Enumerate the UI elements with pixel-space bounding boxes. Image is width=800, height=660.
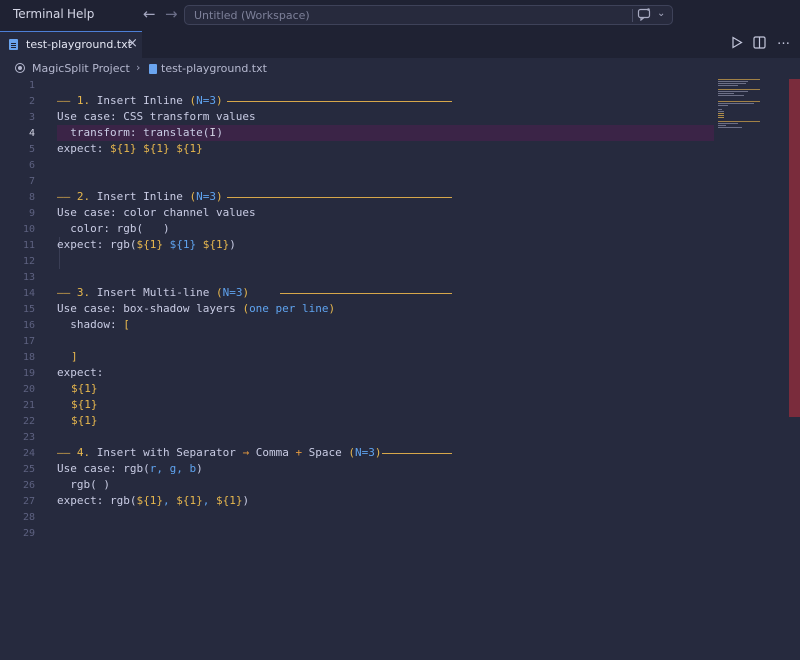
line-number: 16	[22, 320, 35, 331]
minimap-line	[718, 111, 724, 112]
line-number: 21	[22, 400, 35, 411]
forward-arrow-icon[interactable]: →	[165, 5, 178, 23]
code-line-15: Use case: box-shadow layers (one per lin…	[57, 302, 336, 315]
minimap-line	[718, 79, 760, 80]
menu-terminal[interactable]: Terminal	[13, 7, 64, 21]
minimap-line	[718, 125, 726, 126]
line-number: 22	[22, 416, 35, 427]
line-number: 2	[28, 96, 35, 107]
line-number: 10	[22, 224, 35, 235]
section-rule	[227, 101, 452, 102]
line-number: 6	[28, 160, 35, 171]
minimap-line	[718, 121, 760, 122]
chevron-right-icon: ›	[136, 61, 141, 74]
line-number: 17	[22, 336, 35, 347]
code-line-22: ${1}	[71, 414, 98, 427]
line-number: 15	[22, 304, 35, 315]
line-number: 23	[22, 432, 35, 443]
line-number: 18	[22, 352, 35, 363]
line-number: 26	[22, 480, 35, 491]
menu-help[interactable]: Help	[67, 7, 94, 21]
line-number: 12	[22, 256, 35, 267]
code-line-24: —— 4. Insert with Separator → Comma + Sp…	[57, 446, 382, 459]
minimap-line	[718, 113, 724, 114]
code-line-5: expect: ${1} ${1} ${1}	[57, 142, 203, 155]
line-number: 29	[22, 528, 35, 539]
line-number: 25	[22, 464, 35, 475]
section-rule	[280, 293, 452, 294]
line-number: 7	[28, 176, 35, 187]
code-line-4: transform: translate(I)	[57, 126, 223, 139]
minimap-line	[718, 85, 738, 86]
line-number: 27	[22, 496, 35, 507]
tab-bar: test-playground.txt ×	[0, 31, 800, 58]
line-number: 3	[28, 112, 35, 123]
vertical-scrollbar[interactable]	[789, 79, 800, 417]
code-line-8: —— 2. Insert Inline (N=3)	[57, 190, 223, 203]
line-number: 1	[28, 80, 35, 91]
copilot-chat-icon[interactable]	[637, 7, 651, 24]
line-number: 8	[28, 192, 35, 203]
breadcrumb-project[interactable]: MagicSplit Project	[32, 62, 130, 75]
code-line-10: color: rgb( )	[57, 222, 170, 235]
file-icon	[9, 39, 18, 50]
command-center-text: Untitled (Workspace)	[194, 9, 310, 22]
section-rule	[382, 453, 452, 454]
line-number: 24	[22, 448, 35, 459]
minimap-line	[718, 93, 734, 94]
code-line-21: ${1}	[71, 398, 98, 411]
code-line-14: —— 3. Insert Multi-line (N=3)	[57, 286, 250, 299]
minimap-line	[718, 109, 722, 110]
close-icon[interactable]: ×	[127, 36, 138, 51]
breadcrumb: MagicSplit Project › test-playground.txt	[0, 58, 800, 79]
line-number: 4	[28, 128, 35, 139]
minimap-line	[718, 127, 742, 128]
line-number: 28	[22, 512, 35, 523]
code-line-2: —— 1. Insert Inline (N=3)	[57, 94, 223, 107]
minimap-line	[718, 95, 744, 96]
code-line-19: expect:	[57, 366, 104, 379]
section-rule	[227, 197, 452, 198]
line-number: 13	[22, 272, 35, 283]
file-icon	[149, 64, 157, 74]
tab-test-playground[interactable]: test-playground.txt ×	[0, 31, 142, 58]
editor[interactable]: 1 2 3 4 5 6 7 8 9 10 11 12 13 14 15 16 17 18 19 20 21 22 23 24 2…	[0, 79, 800, 660]
minimap-line	[718, 89, 760, 90]
line-number: 9	[28, 208, 35, 219]
more-actions-icon[interactable]: …	[777, 33, 790, 48]
minimap-line	[718, 105, 728, 106]
command-center[interactable]: Untitled (Workspace) ⌄	[184, 5, 673, 25]
command-center-divider	[632, 9, 633, 22]
line-number: 19	[22, 368, 35, 379]
code-line-16: shadow: [	[57, 318, 130, 331]
minimap-line	[718, 101, 760, 102]
minimap-line	[718, 115, 724, 116]
code-line-26: rgb( )	[57, 478, 110, 491]
line-number: 11	[22, 240, 35, 251]
code-line-18: ]	[71, 350, 78, 363]
minimap-line	[718, 83, 746, 84]
minimap-line	[718, 123, 738, 124]
tab-label: test-playground.txt	[26, 38, 132, 51]
chevron-down-icon[interactable]: ⌄	[657, 8, 665, 19]
minimap-line	[718, 117, 724, 118]
line-number: 20	[22, 384, 35, 395]
split-editor-icon[interactable]	[753, 36, 766, 53]
code-line-3: Use case: CSS transform values	[57, 110, 256, 123]
minimap-line	[718, 81, 748, 82]
code-line-27: expect: rgb(${1}, ${1}, ${1})	[57, 494, 250, 507]
run-icon[interactable]	[731, 36, 743, 53]
minimap-line	[718, 103, 754, 104]
code-line-9: Use case: color channel values	[57, 206, 256, 219]
minimap-line	[718, 91, 748, 92]
line-number: 14	[22, 288, 35, 299]
code-line-11: expect: rgb(${1} ${1} ${1})	[57, 238, 236, 251]
project-icon	[15, 63, 25, 73]
back-arrow-icon[interactable]: ←	[143, 5, 156, 23]
title-bar: Terminal Help ← → Untitled (Workspace) ⌄	[0, 0, 800, 31]
breadcrumb-file[interactable]: test-playground.txt	[161, 62, 267, 75]
line-number: 5	[28, 144, 35, 155]
code-line-25: Use case: rgb(r, g, b)	[57, 462, 203, 475]
code-line-20: ${1}	[71, 382, 98, 395]
